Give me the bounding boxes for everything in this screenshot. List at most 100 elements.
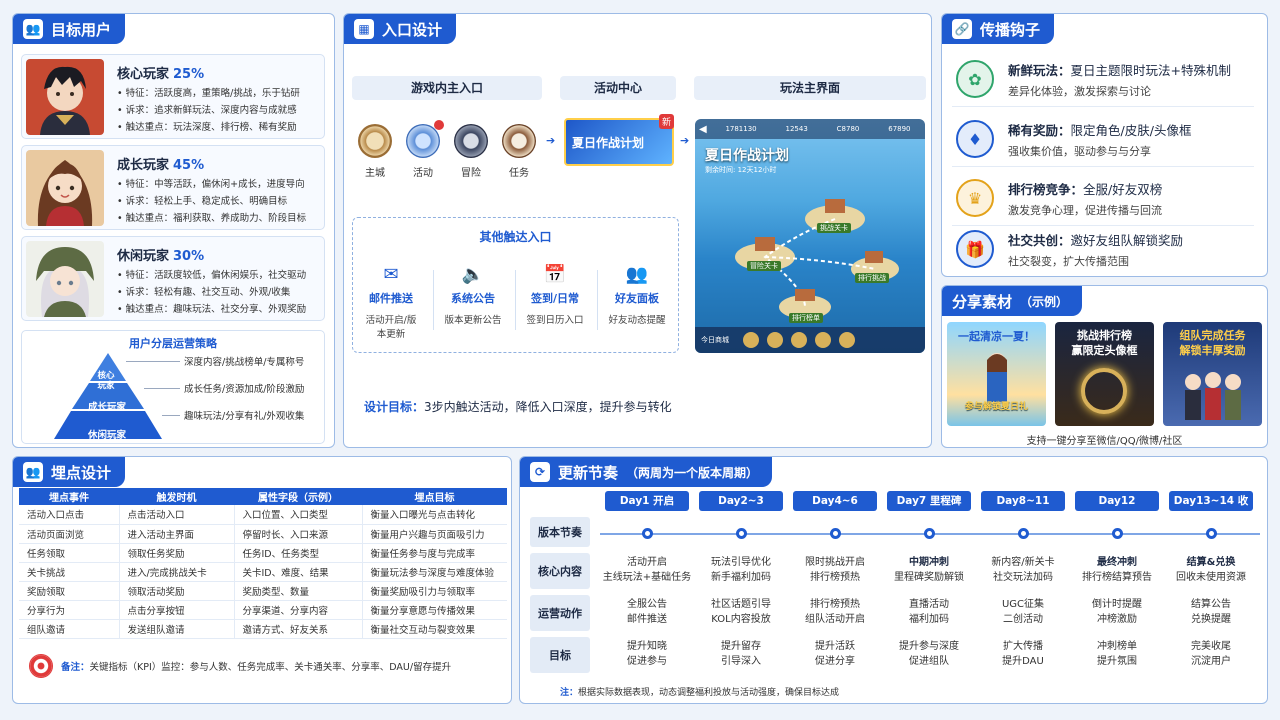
core-player-details: • 特征：活跃度高，重策略/挑战，乐于钻研 • 诉求：追求新鲜玩法、深度内容与成… (117, 88, 300, 133)
users-icon: 👥 (23, 19, 43, 39)
poster-caption: 参与解锁夏日礼 (964, 402, 1028, 412)
link-icon: 🔗 (952, 19, 972, 39)
table-row: 奖励领取 领取活动奖励 奖励类型、数量 衡量奖励吸引力与领取率 (19, 581, 507, 601)
team-icon[interactable] (791, 332, 807, 348)
casual-player-title: 休闲玩家 30% (117, 249, 205, 264)
col-head-gameplay-screen: 玩法主界面 (694, 76, 926, 100)
back-icon[interactable]: ◀ (699, 124, 707, 135)
entry-design-tab: ▦ 入口设计 (344, 14, 457, 44)
content-cell: 中期冲刺 里程碑奖励解锁 (894, 557, 964, 583)
table-row: 活动入口点击 点击活动入口 入口位置、入口类型 衡量入口曝光与点击转化 (19, 505, 507, 525)
hook-rare-rewards: ♦ 稀有奖励：限定角色/皮肤/头像框 强收集价值，驱动参与与分享 (952, 114, 1254, 167)
bag-icon[interactable] (767, 332, 783, 348)
poster-title: 挑战排行榜 赢限定头像框 (1071, 329, 1138, 357)
timeline-dot (1112, 528, 1123, 539)
day-pill: Day4~6 (793, 491, 877, 511)
users-icon: 👥 (23, 462, 43, 482)
tier-casual: 休闲玩家 (87, 430, 126, 441)
ops-cell: 倒计时提醒 冲榜激励 (1092, 599, 1142, 625)
tier-connector (162, 415, 180, 416)
day-pill: Day2~3 (699, 491, 783, 511)
row-label-ops: 运营动作 (530, 595, 590, 631)
share-poster-summer[interactable]: 一起清凉一夏！ 参与解锁夏日礼 (947, 322, 1046, 426)
target-users-panel: 👥 目标用户 核心玩家 25% • 特征：活跃度高，重策略/挑战，乐于钻研 • 诉… (12, 13, 335, 448)
row-label-goal: 目标 (530, 637, 590, 673)
arrow-right-icon: ➔ (546, 134, 556, 147)
mail-icon[interactable] (839, 332, 855, 348)
crown-icon: ♛ (956, 179, 994, 217)
spread-hooks-title: 传播钩子 (980, 20, 1041, 39)
activity-entry[interactable]: 活动 (404, 120, 444, 179)
tracking-design-title: 埋点设计 (51, 463, 112, 482)
update-rhythm-title: 更新节奏 (558, 463, 619, 482)
row-label-version: 版本节奏 (530, 517, 590, 547)
casual-player-avatar (26, 241, 104, 317)
day-pill: Day1 开启 (605, 491, 689, 511)
tier-connector (144, 388, 180, 389)
arrow-right-icon: ➔ (680, 134, 690, 147)
core-player-title: 核心玩家 25% (117, 67, 205, 82)
share-materials-title: 分享素材 (952, 292, 1013, 311)
tracking-table: 埋点事件 触发时机 属性字段（示例） 埋点目标 活动入口点击 点击活动入口 入口位置… (19, 488, 507, 639)
growth-player-details: • 特征：中等活跃，偏休闲+成长，进度导向 • 诉求：轻松上手、稳定成长、明确目… (117, 179, 307, 224)
day-pill: Day7 里程碑 (887, 491, 971, 511)
ops-cell: 直播活动 福利加码 (909, 599, 949, 625)
table-header-row: 埋点事件 触发时机 属性字段（示例） 埋点目标 (19, 488, 507, 505)
tier-core-desc: 深度内容/挑战榜单/专属称号 (184, 357, 305, 368)
strategy-title: 用户分层运营策略 (129, 337, 217, 350)
ops-cell: 结算公告 兑换提醒 (1191, 599, 1231, 625)
share-materials-panel: 分享素材 （示例） 一起清凉一夏！ 参与解锁夏日礼 挑战排行榜 赢限定头像框 组队… (941, 285, 1268, 448)
share-poster-team[interactable]: 组队完成任务 解锁丰厚奖励 (1163, 322, 1262, 426)
quest-entry[interactable]: 任务 (500, 124, 538, 179)
activity-icon (406, 120, 444, 158)
main-city-entry[interactable]: 主城 (356, 124, 394, 179)
content-cell: 最终冲刺 排行榜结算预告 (1082, 557, 1152, 583)
goal-cell: 提升知晓 促进参与 (627, 641, 667, 667)
activity-banner-title: 夏日作战计划 (572, 136, 645, 150)
notification-dot (434, 120, 444, 130)
system-notice-entry[interactable]: 🔈 系统公告 版本更新公告 (433, 264, 513, 328)
calendar-icon: 📅 (543, 264, 567, 285)
content-cell: 活动开启 主线玩法+基础任务 (602, 557, 692, 583)
table-row: 活动页面浏览 进入活动主界面 停留时长、入口来源 衡量用户兴趣与页面吸引力 (19, 524, 507, 544)
gem-icon: ♦ (956, 120, 994, 158)
growth-player-title: 成长玩家 45% (117, 158, 205, 173)
checkin-entry[interactable]: 📅 签到/日常 签到日历入口 (515, 264, 595, 328)
activity-banner[interactable]: 夏日作战计划 新 (564, 114, 674, 166)
rhythm-note: 注：根据实际数据表现，动态调整福利投放与活动强度，确保目标达成 (560, 688, 840, 698)
content-cell: 结算&兑换 回收未使用资源 (1176, 557, 1246, 583)
friends-icon: 👥 (625, 264, 649, 285)
rank-icon[interactable] (815, 332, 831, 348)
adventure-entry[interactable]: 冒险 (452, 124, 490, 179)
target-users-tab: 👥 目标用户 (13, 14, 126, 44)
day-pill: Day12 (1075, 491, 1159, 511)
share-poster-leaderboard[interactable]: 挑战排行榜 赢限定头像框 (1055, 322, 1154, 426)
goal-cell: 提升活跃 促进分享 (815, 641, 855, 667)
scroll-icon (502, 124, 536, 158)
gameplay-screen: ◀ 1781130 12543 C8780 67890 夏日作战计划 剩余时间:… (695, 119, 925, 353)
mail-push-entry[interactable]: ✉ 邮件推送 活动开启/版 本更新 (351, 264, 431, 342)
timeline-dot (830, 528, 841, 539)
poster-team-characters (1185, 372, 1241, 420)
core-player-avatar (26, 59, 104, 135)
content-cell: 限时挑战开启 排行榜预热 (805, 557, 865, 583)
resource-bar: ◀ 1781130 12543 C8780 67890 (695, 119, 925, 139)
tracking-design-panel: 👥 埋点设计 埋点事件 触发时机 属性字段（示例） 埋点目标 活动入口点击 点击活… (12, 456, 512, 704)
map-node-label[interactable]: 冒险关卡 (747, 261, 781, 271)
col-head-activity-center: 活动中心 (560, 76, 676, 100)
tracking-design-tab: 👥 埋点设计 (13, 457, 126, 487)
friend-panel-entry[interactable]: 👥 好友面板 好友动态提醒 (597, 264, 677, 328)
entry-icon: ▦ (354, 19, 374, 39)
map-node-label[interactable]: 排行挑战 (855, 273, 889, 283)
target-users-title: 目标用户 (51, 20, 112, 39)
hook-social: 🎁 社交共创：邀好友组队解锁奖励 社交裂变，扩大传播范围 (952, 224, 1254, 276)
growth-player-avatar (26, 150, 104, 226)
timeline-dot (736, 528, 747, 539)
map-node-label[interactable]: 排行榜单 (789, 313, 823, 323)
map-node-label[interactable]: 挑战关卡 (817, 223, 851, 233)
user-card-core: 核心玩家 25% • 特征：活跃度高，重策略/挑战，乐于钻研 • 诉求：追求新鲜玩… (21, 54, 325, 139)
refresh-icon: ⟳ (530, 462, 550, 482)
goal-cell: 提升留存 引导深入 (721, 641, 761, 667)
swords-icon (454, 124, 488, 158)
shop-icon[interactable] (743, 332, 759, 348)
